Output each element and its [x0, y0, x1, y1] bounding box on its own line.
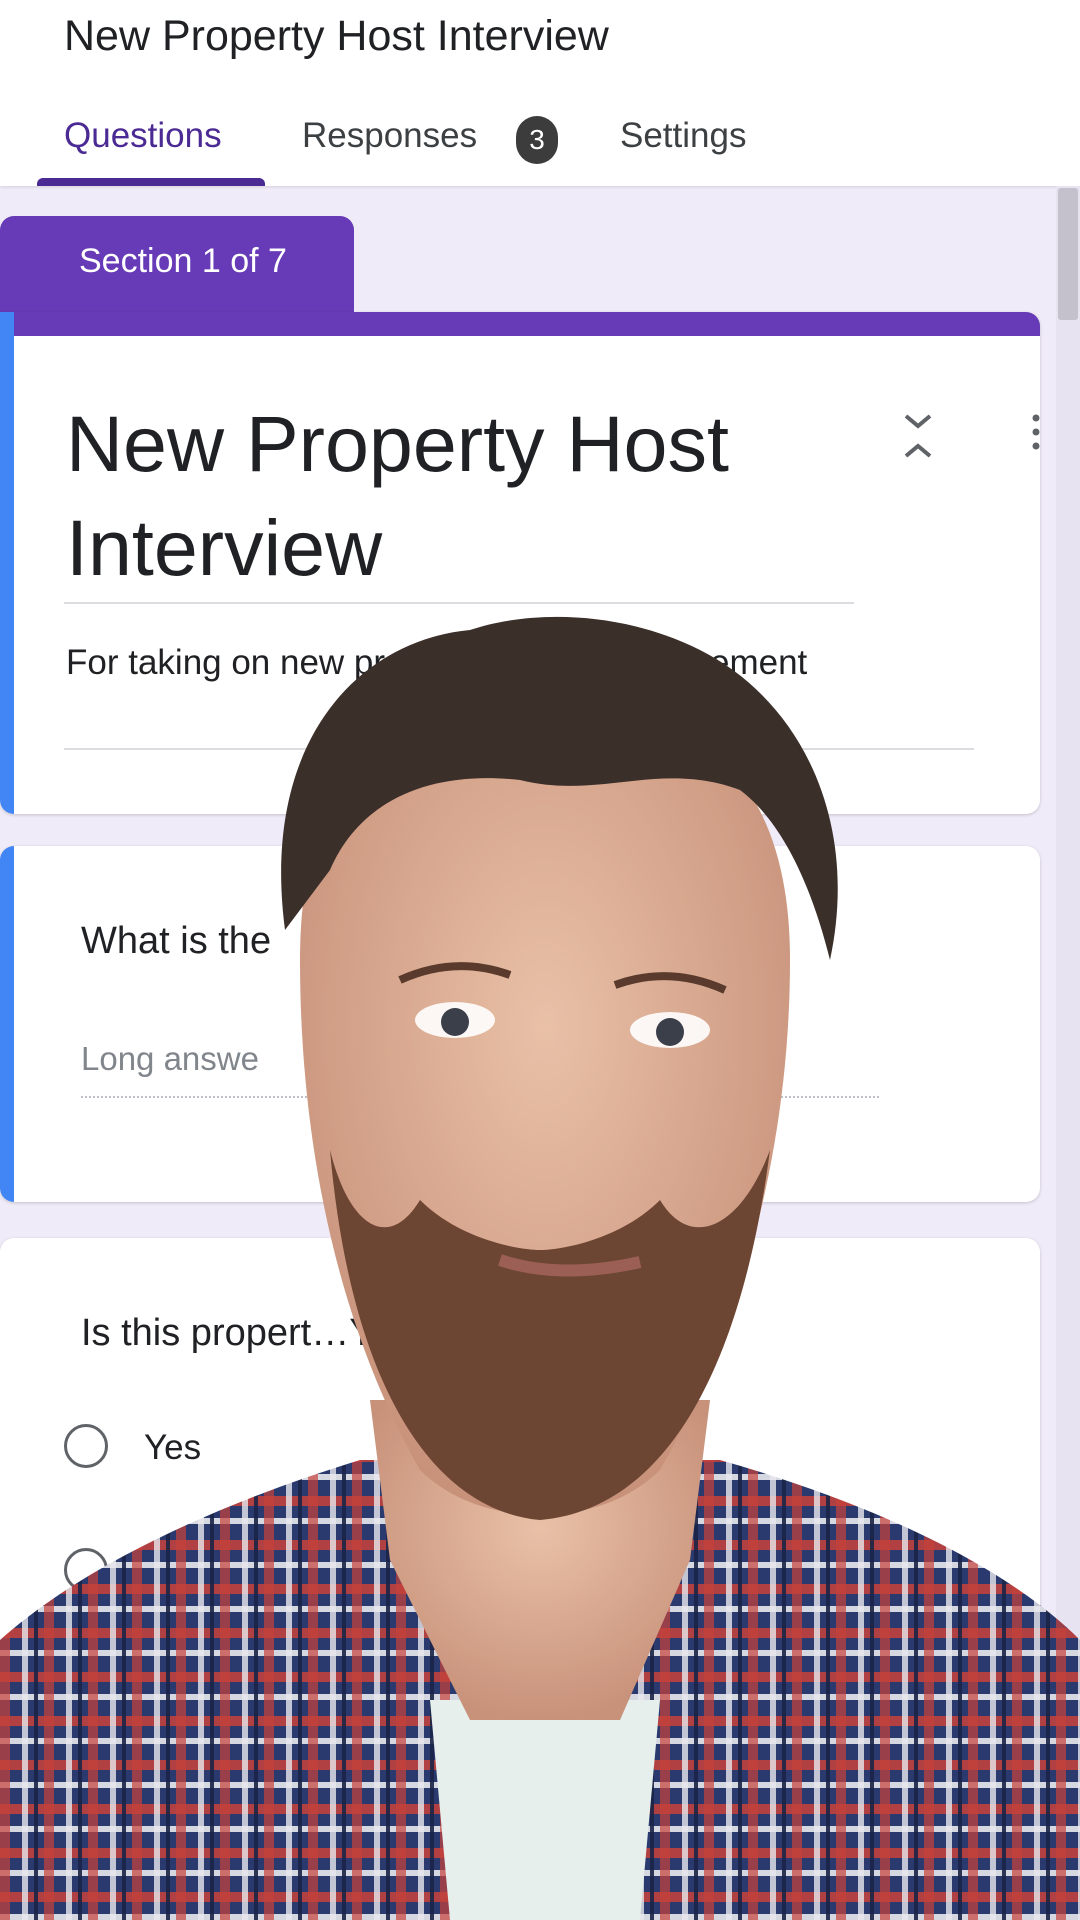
- option-label: Yes: [144, 1428, 202, 1467]
- collapse-expand-icon[interactable]: [900, 408, 936, 464]
- active-tab-indicator: [37, 178, 265, 186]
- more-vert-icon[interactable]: [1032, 412, 1040, 452]
- long-answer-placeholder: Long answe: [81, 1040, 259, 1077]
- radio-unchecked-icon[interactable]: [64, 1424, 108, 1468]
- form-description[interactable]: For taking on new prope… host type agree…: [66, 634, 886, 691]
- focus-accent-bar: [0, 846, 14, 1202]
- form-name-header: New Property Host Interview: [64, 12, 609, 60]
- scrollbar-track[interactable]: [1056, 186, 1080, 1920]
- scrollbar-thumb[interactable]: [1058, 188, 1078, 320]
- form-title-card[interactable]: New Property Host Interview For taking o…: [0, 312, 1040, 814]
- description-underline: [64, 748, 974, 750]
- tab-questions[interactable]: Questions: [64, 116, 222, 156]
- title-underline: [64, 602, 854, 604]
- tab-settings[interactable]: Settings: [620, 116, 746, 156]
- question-title: What is the: [81, 920, 272, 962]
- question-title: Is this propert…Y?: [81, 1312, 396, 1354]
- answer-line: [81, 1096, 879, 1098]
- tab-responses[interactable]: Responses: [302, 116, 477, 156]
- question-card-1[interactable]: What is the Long answe: [0, 846, 1040, 1202]
- responses-count-badge: 3: [516, 116, 558, 164]
- app-header: New Property Host Interview Questions Re…: [0, 0, 1080, 186]
- section-indicator: Section 1 of 7: [0, 216, 354, 316]
- form-title[interactable]: New Property Host Interview: [66, 392, 786, 600]
- section-label: Section 1 of 7: [79, 242, 287, 280]
- radio-unchecked-icon[interactable]: [64, 1548, 108, 1592]
- focus-accent-bar: [0, 312, 14, 814]
- title-card-top-bar: [0, 312, 1040, 336]
- question-card-2[interactable]: Is this propert…Y? Yes: [0, 1238, 1040, 1920]
